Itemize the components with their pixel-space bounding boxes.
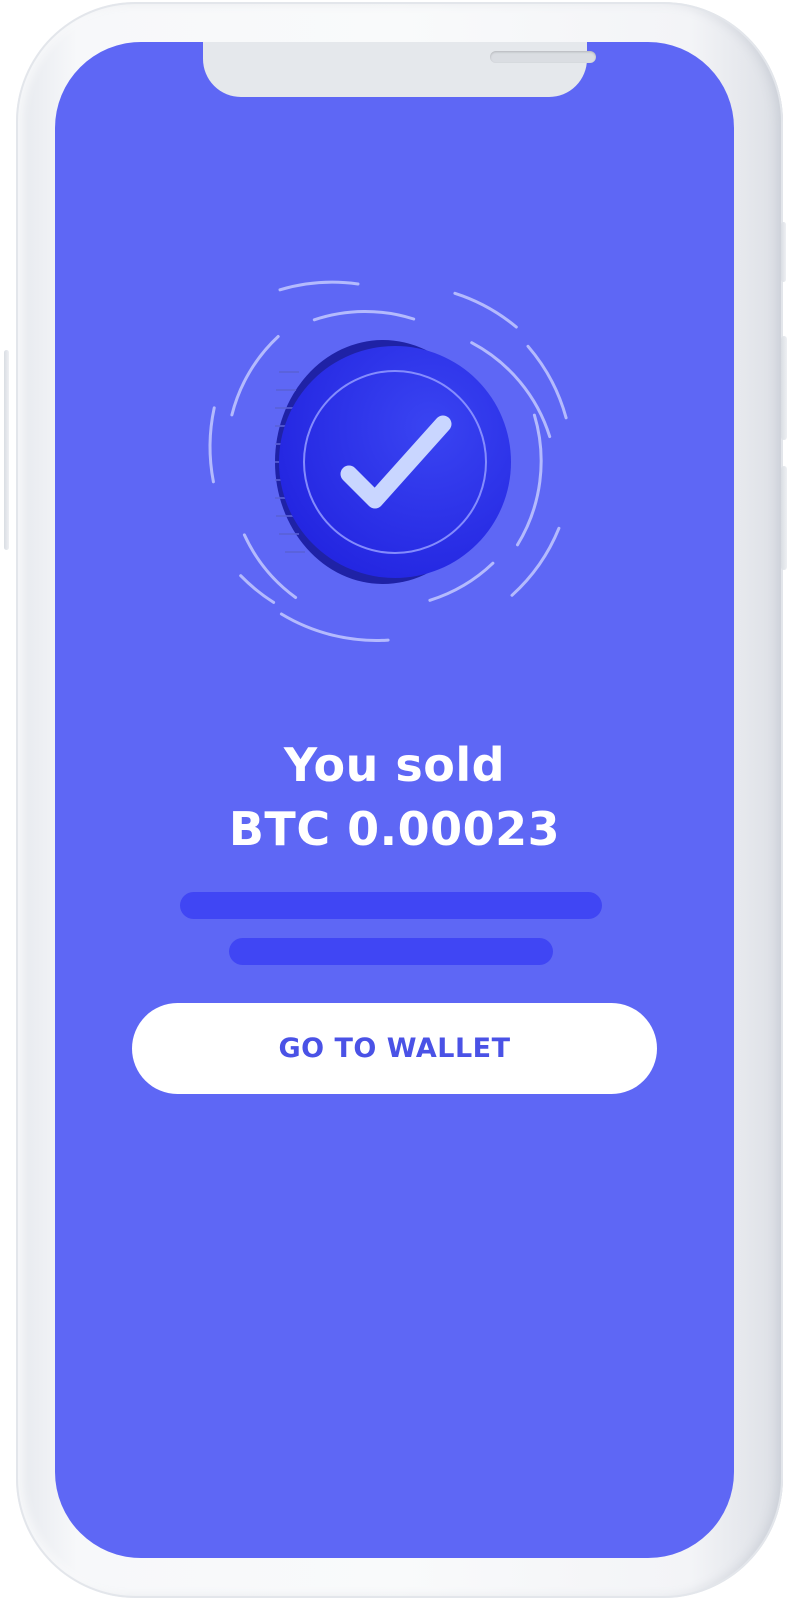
text-placeholder-bar — [229, 938, 553, 965]
power-button — [4, 350, 9, 550]
success-screen: You sold BTC 0.00023 GO TO WALLET — [55, 42, 734, 1558]
go-to-wallet-button[interactable]: GO TO WALLET — [132, 1003, 657, 1094]
confirmation-title: You sold — [283, 738, 506, 792]
coin-checkmark-icon — [208, 280, 568, 642]
volume-up-button — [781, 336, 787, 440]
volume-down-button — [781, 466, 787, 570]
device-mockup: You sold BTC 0.00023 GO TO WALLET — [0, 0, 805, 1600]
silent-switch — [781, 222, 786, 282]
sold-amount: BTC 0.00023 — [228, 802, 561, 856]
text-placeholder-bar — [180, 892, 602, 919]
coin — [275, 340, 511, 584]
